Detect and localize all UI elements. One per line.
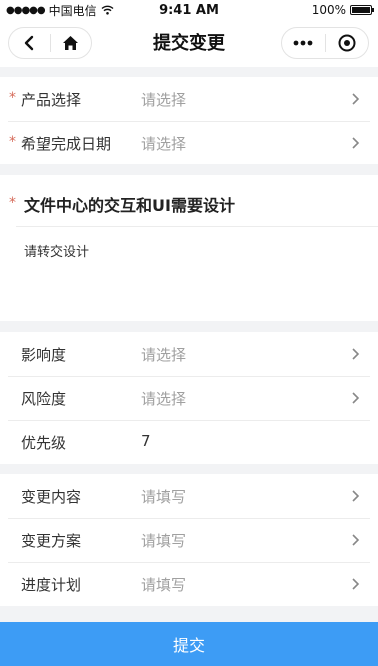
chevron-right-icon	[352, 348, 360, 360]
impact-value: 请选择	[141, 346, 187, 364]
home-button[interactable]	[51, 28, 92, 58]
close-miniprogram-button[interactable]	[326, 28, 369, 58]
risk-value: 请选择	[141, 390, 187, 408]
carrier-label: 中国电信	[48, 3, 97, 18]
battery-fill	[352, 7, 370, 13]
wifi-icon	[101, 5, 114, 15]
target-icon	[338, 34, 356, 52]
required-mark: *	[9, 195, 16, 211]
due-date-row[interactable]: * 希望完成日期 请选择	[0, 121, 378, 165]
risk-row[interactable]: 风险度 请选择	[0, 376, 378, 420]
requirement-title[interactable]: 文件中心的交互和UI需要设计	[24, 192, 235, 216]
battery-label: 100%	[311, 3, 346, 17]
schedule-label: 进度计划	[21, 576, 82, 594]
schedule-row[interactable]: 进度计划 请填写	[0, 562, 378, 606]
row-divider	[16, 226, 378, 227]
change-content-value: 请填写	[141, 488, 187, 506]
due-date-label: 希望完成日期	[21, 135, 112, 153]
change-content-label: 变更内容	[21, 488, 82, 506]
product-select-value: 请选择	[141, 91, 187, 109]
chevron-right-icon	[352, 137, 360, 149]
product-select-label: 产品选择	[21, 91, 82, 109]
chevron-right-icon	[352, 490, 360, 502]
chevron-right-icon	[352, 578, 360, 590]
change-content-row[interactable]: 变更内容 请填写	[0, 474, 378, 518]
signal-icon: ●●●●●	[6, 4, 46, 16]
status-right: 100%	[311, 3, 374, 17]
impact-row[interactable]: 影响度 请选择	[0, 332, 378, 376]
change-scheme-label: 变更方案	[21, 532, 82, 550]
back-icon	[25, 35, 34, 51]
requirement-card: * 文件中心的交互和UI需要设计 请转交设计	[0, 175, 378, 321]
assessment-card: 影响度 请选择 风险度 请选择 优先级 7	[0, 332, 378, 464]
change-scheme-row[interactable]: 变更方案 请填写	[0, 518, 378, 562]
basic-info-card: * 产品选择 请选择 * 希望完成日期 请选择	[0, 77, 378, 164]
product-select-row[interactable]: * 产品选择 请选择	[0, 77, 378, 121]
impact-label: 影响度	[21, 346, 67, 364]
required-mark: *	[9, 90, 16, 106]
plan-card: 变更内容 请填写 变更方案 请填写 进度计划 请填写	[0, 474, 378, 606]
chevron-right-icon	[352, 534, 360, 546]
home-icon	[63, 36, 79, 50]
nav-capsule-right	[281, 27, 369, 59]
nav-bar: 提交变更	[0, 20, 378, 67]
priority-value[interactable]: 7	[141, 432, 151, 450]
requirement-content[interactable]: 请转交设计	[24, 241, 89, 260]
status-left: ●●●●● 中国电信	[6, 2, 114, 19]
priority-label: 优先级	[21, 434, 67, 452]
priority-row[interactable]: 优先级 7	[0, 420, 378, 464]
required-mark: *	[9, 134, 16, 150]
submit-button[interactable]: 提交	[0, 622, 378, 666]
back-button[interactable]	[9, 28, 50, 58]
chevron-right-icon	[352, 392, 360, 404]
more-icon	[293, 40, 313, 46]
status-bar: ●●●●● 中国电信 9:41 AM 100%	[0, 0, 378, 20]
nav-capsule-left	[8, 27, 92, 59]
more-button[interactable]	[282, 28, 325, 58]
due-date-value: 请选择	[141, 135, 187, 153]
battery-icon	[350, 5, 374, 15]
schedule-value: 请填写	[141, 576, 187, 594]
chevron-right-icon	[352, 93, 360, 105]
change-scheme-value: 请填写	[141, 532, 187, 550]
risk-label: 风险度	[21, 390, 67, 408]
